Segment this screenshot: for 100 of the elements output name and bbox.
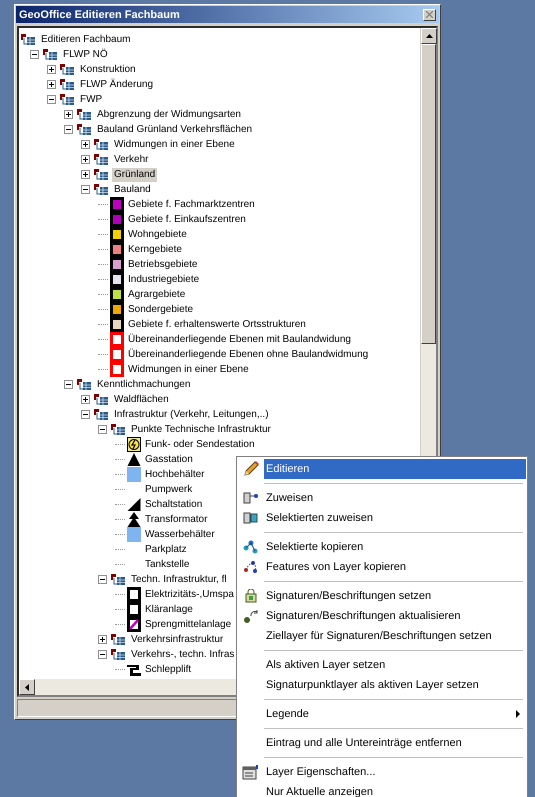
window-title: GeoOffice Editieren Fachbaum	[19, 8, 180, 20]
tree-item[interactable]: Abgrenzung der Widmungsarten	[95, 108, 243, 122]
collapse-icon[interactable]	[64, 380, 73, 389]
expand-icon[interactable]	[81, 395, 90, 404]
properties-icon	[242, 764, 260, 780]
menu-item[interactable]: Signaturpunktlayer als aktiven Layer setzen	[264, 675, 526, 695]
menu-item[interactable]: Selektierte kopieren	[264, 537, 526, 557]
tree-item[interactable]: Verkehrsinfrastruktur	[129, 632, 226, 646]
tree-item[interactable]: Pumpwerk	[143, 482, 194, 496]
menu-item[interactable]: Editieren	[264, 459, 526, 479]
tree-item[interactable]: FLWP NÖ	[61, 48, 110, 62]
tree-item[interactable]: Hochbehälter	[143, 468, 206, 482]
tree-item[interactable]: Bauland	[112, 182, 153, 196]
layer-group-icon	[93, 394, 109, 406]
tree-item[interactable]: Bauland Grünland Verkehrsflächen	[95, 122, 254, 136]
tree-item[interactable]: Punkte Technische Infrastruktur	[129, 422, 273, 436]
tree-item[interactable]: Techn. Infrastruktur, fl	[129, 572, 229, 586]
padlock-icon	[244, 589, 258, 603]
tree-item[interactable]: Infrastruktur (Verkehr, Leitungen,..)	[112, 408, 271, 422]
tree-item[interactable]: Grünland	[112, 168, 158, 182]
tree-item[interactable]: Konstruktion	[78, 62, 138, 76]
tree-item[interactable]: Kenntlichmachungen	[95, 378, 192, 392]
tree-item[interactable]: Gasstation	[143, 452, 195, 466]
legend-swatch	[127, 602, 141, 617]
menu-item[interactable]: Features von Layer kopieren	[264, 557, 526, 577]
layer-group-icon	[59, 78, 75, 90]
tree-item[interactable]: Kerngebiete	[126, 242, 184, 256]
copy-selected-icon	[243, 540, 259, 554]
tree-item[interactable]: Elektrizitäts-,Umspa	[143, 588, 236, 602]
collapse-icon[interactable]	[30, 50, 39, 59]
lightning-icon	[127, 437, 141, 452]
tree-item[interactable]: Waldflächen	[112, 392, 171, 406]
expand-icon[interactable]	[81, 170, 90, 179]
tree-item[interactable]: Transformator	[143, 512, 210, 526]
tree-item[interactable]: Tankstelle	[143, 558, 192, 572]
scroll-thumb[interactable]	[421, 44, 436, 344]
tree-item[interactable]: Schaltstation	[143, 498, 204, 512]
legend-swatch	[127, 587, 141, 602]
menu-item[interactable]: Signaturen/Beschriftungen aktualisieren	[264, 606, 526, 626]
tree-item[interactable]: FWP	[78, 92, 104, 106]
collapse-icon[interactable]	[81, 185, 90, 194]
tree-item[interactable]: Gebiete f. erhaltenswerte Ortsstrukturen	[126, 318, 308, 332]
tree-item[interactable]: Gebiete f. Einkaufszentren	[126, 212, 248, 226]
tree-item[interactable]: Betriebsgebiete	[126, 258, 200, 272]
tree-item[interactable]: Gebiete f. Fachmarktzentren	[126, 198, 257, 212]
menu-item[interactable]: Nur Aktuelle anzeigen	[264, 782, 526, 797]
up-arrow-icon	[426, 34, 432, 38]
expand-icon[interactable]	[81, 140, 90, 149]
layer-group-icon	[59, 94, 75, 106]
menu-item[interactable]: Ziellayer für Signaturen/Beschriftungen setzen	[264, 626, 526, 646]
tree-item[interactable]: Wasserbehälter	[143, 528, 217, 542]
wedge-icon	[127, 497, 141, 512]
copy-features-icon	[243, 560, 259, 574]
expand-icon[interactable]	[64, 110, 73, 119]
refresh-icon	[243, 608, 259, 624]
scroll-up-button[interactable]	[421, 28, 437, 44]
layer-group-icon	[93, 408, 109, 420]
close-button[interactable]	[423, 8, 436, 20]
tree-item[interactable]: Verkehr	[112, 152, 150, 166]
menu-item[interactable]: Selektierten zuweisen	[264, 508, 526, 528]
layer-group-icon	[110, 634, 126, 646]
menu-item[interactable]: Legende	[264, 704, 526, 724]
tree-item[interactable]: Widmungen in einer Ebene	[126, 362, 251, 376]
pencil-icon	[242, 461, 260, 477]
collapse-icon[interactable]	[98, 425, 107, 434]
tree-item[interactable]: Übereinanderliegende Ebenen mit Baulandwidung	[126, 332, 353, 346]
tree-item[interactable]: Kläranlage	[143, 602, 195, 616]
menu-item[interactable]: Zuweisen	[264, 488, 526, 508]
tree-item[interactable]: Editieren Fachbaum	[39, 32, 132, 46]
expand-icon[interactable]	[98, 635, 107, 644]
expand-icon[interactable]	[47, 65, 56, 74]
tree-item[interactable]: Industriegebiete	[126, 272, 202, 286]
tree-item[interactable]: Verkehrs-, techn. Infras	[129, 648, 236, 662]
menu-item[interactable]: Layer Eigenschaften...	[264, 762, 526, 782]
layer-group-icon	[20, 34, 36, 46]
tree-item[interactable]: Parkplatz	[143, 542, 189, 556]
collapse-icon[interactable]	[81, 410, 90, 419]
menu-item[interactable]: Als aktiven Layer setzen	[264, 655, 526, 675]
collapse-icon[interactable]	[47, 95, 56, 104]
collapse-icon[interactable]	[64, 125, 73, 134]
layer-group-icon	[76, 108, 92, 120]
tree-item[interactable]: Sprengmittelanlage	[143, 618, 234, 632]
assign-icon	[243, 492, 259, 504]
tree-item[interactable]: Agrargebiete	[126, 288, 188, 302]
expand-icon[interactable]	[47, 80, 56, 89]
menu-item[interactable]: Signaturen/Beschriftungen setzen	[264, 586, 526, 606]
layer-group-icon	[93, 184, 109, 196]
tree-item[interactable]: Sondergebiete	[126, 302, 196, 316]
tree-item[interactable]: FLWP Änderung	[78, 78, 156, 92]
tree-item[interactable]: Schlepplift	[143, 662, 194, 676]
tree-item[interactable]: Übereinanderliegende Ebenen ohne Baulandwidmung	[126, 348, 370, 362]
tree-item[interactable]: Funk- oder Sendestation	[143, 438, 257, 452]
menu-item[interactable]: Eintrag und alle Untereinträge entfernen	[264, 733, 526, 753]
layer-group-icon	[76, 124, 92, 136]
collapse-icon[interactable]	[98, 650, 107, 659]
scroll-left-button[interactable]	[19, 679, 35, 695]
collapse-icon[interactable]	[98, 575, 107, 584]
expand-icon[interactable]	[81, 155, 90, 164]
tree-item[interactable]: Wohngebiete	[126, 228, 189, 242]
tree-item[interactable]: Widmungen in einer Ebene	[112, 138, 237, 152]
